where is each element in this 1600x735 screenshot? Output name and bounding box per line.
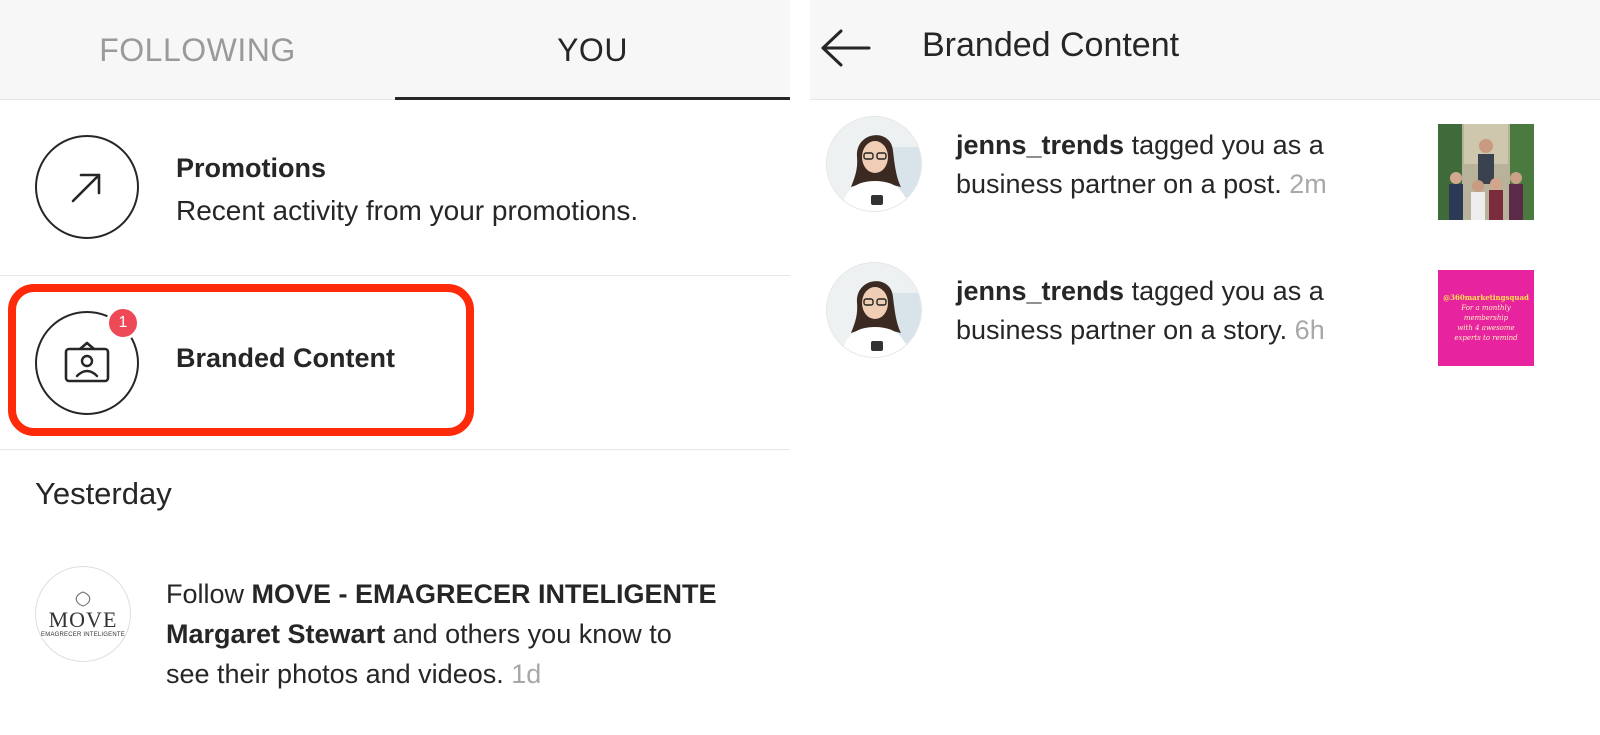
notification-line1: tagged you as a xyxy=(1124,130,1324,160)
notification-item[interactable]: jenns_trends tagged you as a business pa… xyxy=(810,258,1600,378)
tab-following[interactable]: FOLLOWING xyxy=(0,0,395,100)
page-title: Branded Content xyxy=(922,26,1180,64)
story-handle-text: @360marketingsquad xyxy=(1443,293,1529,302)
user-avatar[interactable] xyxy=(826,116,922,212)
story-text-line: For a monthly xyxy=(1461,304,1511,312)
tab-you[interactable]: YOU xyxy=(395,0,790,100)
avatar-logo-tagline: EMAGRECER INTELIGENTE xyxy=(41,631,125,638)
notification-text: jenns_trends tagged you as a business pa… xyxy=(956,126,1396,204)
branded-content-row[interactable]: 1 Branded Content xyxy=(0,277,790,450)
back-button[interactable] xyxy=(818,24,874,72)
story-text-line: membership xyxy=(1463,314,1509,322)
post-thumbnail[interactable] xyxy=(1438,124,1534,220)
notification-item[interactable]: jenns_trends tagged you as a business pa… xyxy=(810,112,1600,232)
leaf-logo-icon xyxy=(75,590,91,607)
follow-suggestion-text[interactable]: Follow MOVE - EMAGRECER INTELIGENTE Marg… xyxy=(166,574,776,694)
suggestion-line3: see their photos and videos. xyxy=(166,659,504,689)
promotions-subtitle: Recent activity from your promotions. xyxy=(176,195,639,226)
notification-time: 6h xyxy=(1287,315,1325,345)
branded-content-title: Branded Content xyxy=(176,343,395,373)
notification-line2: business partner on a story. xyxy=(956,315,1288,345)
notification-line2: business partner on a post. xyxy=(956,169,1282,199)
story-thumbnail[interactable]: @360marketingsquad For a monthly members… xyxy=(1438,270,1534,366)
notification-badge: 1 xyxy=(106,306,140,340)
promotions-title: Promotions xyxy=(176,153,327,183)
suggestion-line2: and others you know to xyxy=(385,619,672,649)
back-arrow-icon xyxy=(821,29,871,67)
activity-tab-bar: FOLLOWING YOU xyxy=(0,0,790,100)
section-heading-yesterday: Yesterday xyxy=(35,476,172,511)
notification-username[interactable]: jenns_trends xyxy=(956,276,1124,306)
suggestion-prefix: Follow xyxy=(166,579,252,609)
arrow-up-right-icon xyxy=(35,135,139,239)
notification-line1: tagged you as a xyxy=(1124,276,1324,306)
avatar-logo-word: MOVE xyxy=(48,606,118,632)
story-text-line: experts to remind xyxy=(1454,334,1518,342)
suggestion-time: 1d xyxy=(503,659,542,689)
notification-text: jenns_trends tagged you as a business pa… xyxy=(956,272,1396,350)
active-tab-indicator xyxy=(395,97,790,100)
notification-time: 2m xyxy=(1281,169,1327,199)
branded-content-panel: Branded Content jenns_trends tagged you … xyxy=(810,0,1600,735)
mutual-follower-name[interactable]: Margaret Stewart xyxy=(166,619,385,649)
notification-username[interactable]: jenns_trends xyxy=(956,130,1124,160)
promotions-row[interactable]: Promotions Recent activity from your pro… xyxy=(0,101,790,276)
activity-panel: FOLLOWING YOU Promotions Recent activity… xyxy=(0,0,790,735)
suggested-account-name[interactable]: MOVE - EMAGRECER INTELIGENTE xyxy=(252,579,717,609)
story-text-line: with 4 awesome xyxy=(1457,324,1515,332)
branded-content-header: Branded Content xyxy=(810,0,1600,100)
user-avatar[interactable] xyxy=(826,262,922,358)
move-account-avatar[interactable]: MOVE EMAGRECER INTELIGENTE xyxy=(35,566,131,662)
